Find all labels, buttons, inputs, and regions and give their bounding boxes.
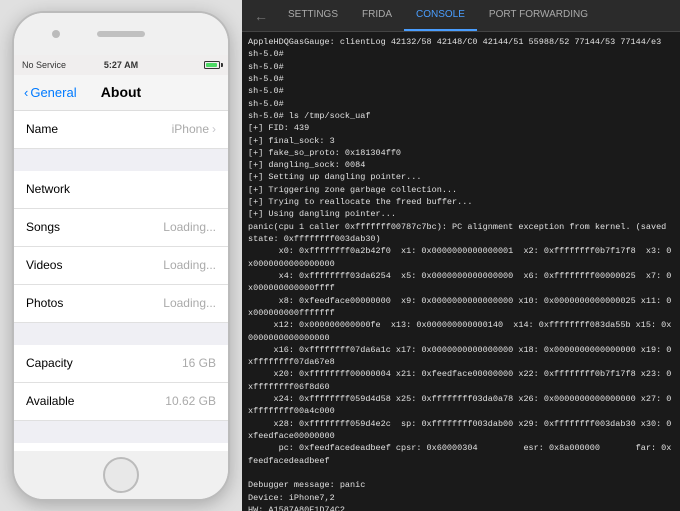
- back-nav-button[interactable]: ←: [246, 0, 276, 31]
- console-output[interactable]: AppleHDQGasGauge: clientLog 42132/58 421…: [242, 32, 680, 511]
- table-row[interactable]: Available 10.62 GB: [14, 383, 228, 421]
- table-row[interactable]: Version 12.1.4 (16D57): [14, 443, 228, 451]
- tab-console-label: CONSOLE: [416, 9, 465, 20]
- tab-bar: ← SETTINGS FRIDA CONSOLE PORT FORWARDING: [242, 0, 680, 32]
- page-title: About: [101, 84, 141, 100]
- iphone-bottom-bar: [14, 451, 228, 499]
- time-label: 5:27 AM: [104, 60, 138, 70]
- row-label: Songs: [26, 220, 163, 234]
- row-label: Available: [26, 394, 165, 408]
- row-label: Network: [26, 182, 216, 196]
- tab-spacer: [600, 0, 676, 31]
- carrier-label: No Service: [22, 60, 104, 70]
- tab-port-forwarding-label: PORT FORWARDING: [489, 9, 588, 20]
- row-label: Name: [26, 122, 172, 136]
- row-label: Capacity: [26, 356, 182, 370]
- table-row[interactable]: Photos Loading...: [14, 285, 228, 323]
- row-label: Photos: [26, 296, 163, 310]
- iphone-top-bar: [14, 13, 228, 55]
- settings-rows: Name iPhone › Network Songs Loading... V…: [14, 111, 228, 451]
- table-row[interactable]: Capacity 16 GB: [14, 345, 228, 383]
- iphone-camera: [52, 30, 60, 38]
- tab-port-forwarding[interactable]: PORT FORWARDING: [477, 0, 600, 31]
- tab-settings-label: SETTINGS: [288, 9, 338, 20]
- row-label: Videos: [26, 258, 163, 272]
- iphone-body: No Service 5:27 AM ‹ General About Name …: [12, 11, 230, 501]
- row-value: Loading...: [163, 220, 216, 234]
- table-row[interactable]: Name iPhone ›: [14, 111, 228, 149]
- navigation-bar: ‹ General About: [14, 75, 228, 111]
- tab-console[interactable]: CONSOLE: [404, 0, 477, 31]
- table-row[interactable]: Videos Loading...: [14, 247, 228, 285]
- status-right: [138, 61, 220, 69]
- status-bar: No Service 5:27 AM: [14, 55, 228, 75]
- table-row[interactable]: Songs Loading...: [14, 209, 228, 247]
- settings-content: Name iPhone › Network Songs Loading... V…: [14, 111, 228, 451]
- iphone-speaker: [97, 31, 145, 37]
- table-row[interactable]: Network: [14, 171, 228, 209]
- frida-panel: ← SETTINGS FRIDA CONSOLE PORT FORWARDING…: [242, 0, 680, 511]
- iphone-device: No Service 5:27 AM ‹ General About Name …: [0, 0, 242, 511]
- tab-settings[interactable]: SETTINGS: [276, 0, 350, 31]
- home-button[interactable]: [103, 457, 139, 493]
- battery-icon: [204, 61, 220, 69]
- section-gap: [14, 149, 228, 171]
- back-button[interactable]: ‹ General: [24, 85, 77, 100]
- section-gap: [14, 323, 228, 345]
- back-label: General: [30, 85, 76, 100]
- tab-frida-label: FRIDA: [362, 9, 392, 20]
- section-gap: [14, 421, 228, 443]
- chevron-icon: ›: [212, 122, 216, 136]
- row-value: 10.62 GB: [165, 394, 216, 408]
- row-value: iPhone ›: [172, 122, 216, 136]
- row-value: Loading...: [163, 258, 216, 272]
- row-value: Loading...: [163, 296, 216, 310]
- tab-frida[interactable]: FRIDA: [350, 0, 404, 31]
- row-value: 16 GB: [182, 356, 216, 370]
- back-chevron-icon: ‹: [24, 85, 28, 100]
